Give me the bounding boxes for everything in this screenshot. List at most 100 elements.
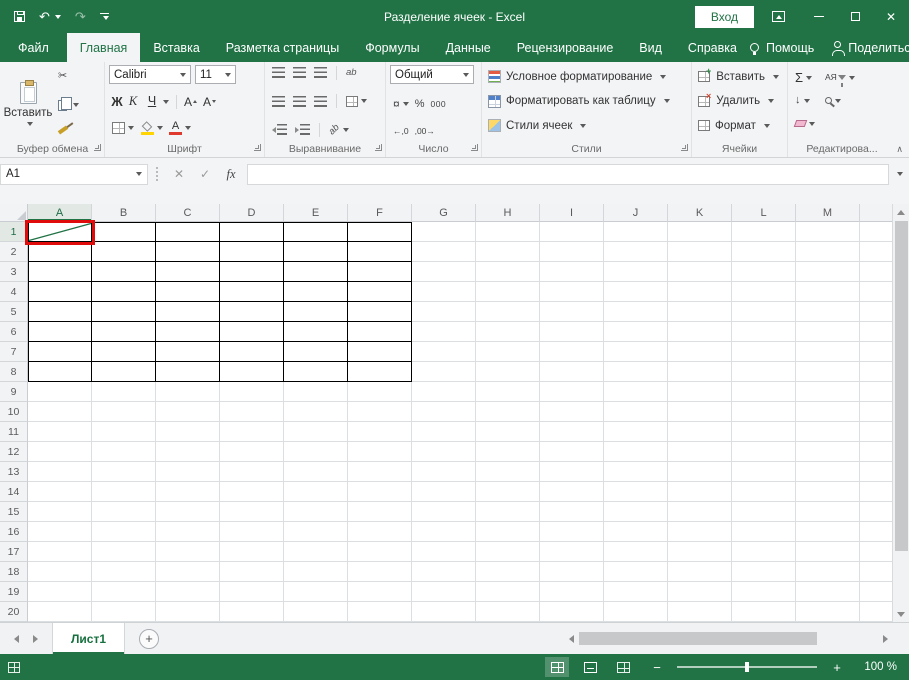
column-header-L[interactable]: L — [732, 204, 796, 222]
column-header-H[interactable]: H — [476, 204, 540, 222]
cell-G17[interactable] — [412, 542, 476, 562]
row-header-11[interactable]: 11 — [0, 422, 28, 442]
insert-function-button[interactable]: fx — [218, 167, 244, 182]
cell-I11[interactable] — [540, 422, 604, 442]
cell-G15[interactable] — [412, 502, 476, 522]
cell-H13[interactable] — [476, 462, 540, 482]
number-dialog-launcher[interactable] — [471, 144, 478, 151]
cell-G20[interactable] — [412, 602, 476, 622]
cell-H15[interactable] — [476, 502, 540, 522]
cell-D4[interactable] — [220, 282, 284, 302]
row-header-5[interactable]: 5 — [0, 302, 28, 322]
cell-F11[interactable] — [348, 422, 412, 442]
cell-C8[interactable] — [156, 362, 220, 382]
cell-B16[interactable] — [92, 522, 156, 542]
column-header-B[interactable]: B — [92, 204, 156, 222]
accounting-format-button[interactable]: ¤ — [390, 96, 412, 112]
sheet-tab[interactable]: Лист1 — [52, 623, 125, 654]
cell-J11[interactable] — [604, 422, 668, 442]
cell-F5[interactable] — [348, 302, 412, 322]
cell-M17[interactable] — [796, 542, 860, 562]
tab-главная[interactable]: Главная — [67, 33, 141, 62]
cell-E12[interactable] — [284, 442, 348, 462]
cell-G2[interactable] — [412, 242, 476, 262]
cell-K18[interactable] — [668, 562, 732, 582]
row-header-3[interactable]: 3 — [0, 262, 28, 282]
cell-B20[interactable] — [92, 602, 156, 622]
cell-B2[interactable] — [92, 242, 156, 262]
cell-A12[interactable] — [28, 442, 92, 462]
cell-K19[interactable] — [668, 582, 732, 602]
cell-E1[interactable] — [284, 222, 348, 242]
cell-F12[interactable] — [348, 442, 412, 462]
cell-I12[interactable] — [540, 442, 604, 462]
cell-E16[interactable] — [284, 522, 348, 542]
cell-E9[interactable] — [284, 382, 348, 402]
cell-J17[interactable] — [604, 542, 668, 562]
cell-H1[interactable] — [476, 222, 540, 242]
name-box[interactable]: A1 — [0, 164, 148, 185]
cell-L20[interactable] — [732, 602, 796, 622]
row-header-10[interactable]: 10 — [0, 402, 28, 422]
cell-J19[interactable] — [604, 582, 668, 602]
cell-F19[interactable] — [348, 582, 412, 602]
cell-I13[interactable] — [540, 462, 604, 482]
decrease-font-button[interactable]: А — [200, 94, 219, 110]
cell-A19[interactable] — [28, 582, 92, 602]
cell-D17[interactable] — [220, 542, 284, 562]
cell-G5[interactable] — [412, 302, 476, 322]
cell-I6[interactable] — [540, 322, 604, 342]
row-header-13[interactable]: 13 — [0, 462, 28, 482]
cell-H2[interactable] — [476, 242, 540, 262]
cell-I17[interactable] — [540, 542, 604, 562]
align-center-button[interactable] — [290, 94, 309, 109]
cell-A9[interactable] — [28, 382, 92, 402]
cell-L17[interactable] — [732, 542, 796, 562]
cell-K9[interactable] — [668, 382, 732, 402]
cell-C6[interactable] — [156, 322, 220, 342]
cell-B13[interactable] — [92, 462, 156, 482]
minimize-button[interactable] — [801, 0, 837, 33]
cell-K17[interactable] — [668, 542, 732, 562]
cell-M9[interactable] — [796, 382, 860, 402]
cell-H7[interactable] — [476, 342, 540, 362]
cell-J13[interactable] — [604, 462, 668, 482]
cell-L2[interactable] — [732, 242, 796, 262]
font-color-button[interactable]: А — [166, 119, 194, 137]
cell-F7[interactable] — [348, 342, 412, 362]
cell-L9[interactable] — [732, 382, 796, 402]
cell-H20[interactable] — [476, 602, 540, 622]
cell-H14[interactable] — [476, 482, 540, 502]
cell-M20[interactable] — [796, 602, 860, 622]
cell-H8[interactable] — [476, 362, 540, 382]
cell-H18[interactable] — [476, 562, 540, 582]
cell-K14[interactable] — [668, 482, 732, 502]
cell-B9[interactable] — [92, 382, 156, 402]
cell-K6[interactable] — [668, 322, 732, 342]
row-header-15[interactable]: 15 — [0, 502, 28, 522]
cell-L8[interactable] — [732, 362, 796, 382]
comma-style-button[interactable]: 000 — [427, 98, 449, 111]
cell-G13[interactable] — [412, 462, 476, 482]
cell-E8[interactable] — [284, 362, 348, 382]
cell-F1[interactable] — [348, 222, 412, 242]
cell-J7[interactable] — [604, 342, 668, 362]
underline-button[interactable]: Ч — [141, 93, 172, 110]
cell-A16[interactable] — [28, 522, 92, 542]
cell-G10[interactable] — [412, 402, 476, 422]
tab-справка[interactable]: Справка — [675, 33, 750, 62]
cell-J2[interactable] — [604, 242, 668, 262]
cell-F6[interactable] — [348, 322, 412, 342]
save-button[interactable] — [10, 8, 29, 25]
cell-K15[interactable] — [668, 502, 732, 522]
copy-button[interactable] — [55, 98, 82, 113]
styles-dialog-launcher[interactable] — [681, 144, 688, 151]
cell-L19[interactable] — [732, 582, 796, 602]
formula-bar-splitter[interactable] — [156, 167, 158, 181]
cell-C17[interactable] — [156, 542, 220, 562]
cell-D8[interactable] — [220, 362, 284, 382]
insert-cells-button[interactable]: + Вставить — [696, 65, 783, 88]
cell-D5[interactable] — [220, 302, 284, 322]
select-all-button[interactable] — [0, 204, 28, 222]
cell-F9[interactable] — [348, 382, 412, 402]
